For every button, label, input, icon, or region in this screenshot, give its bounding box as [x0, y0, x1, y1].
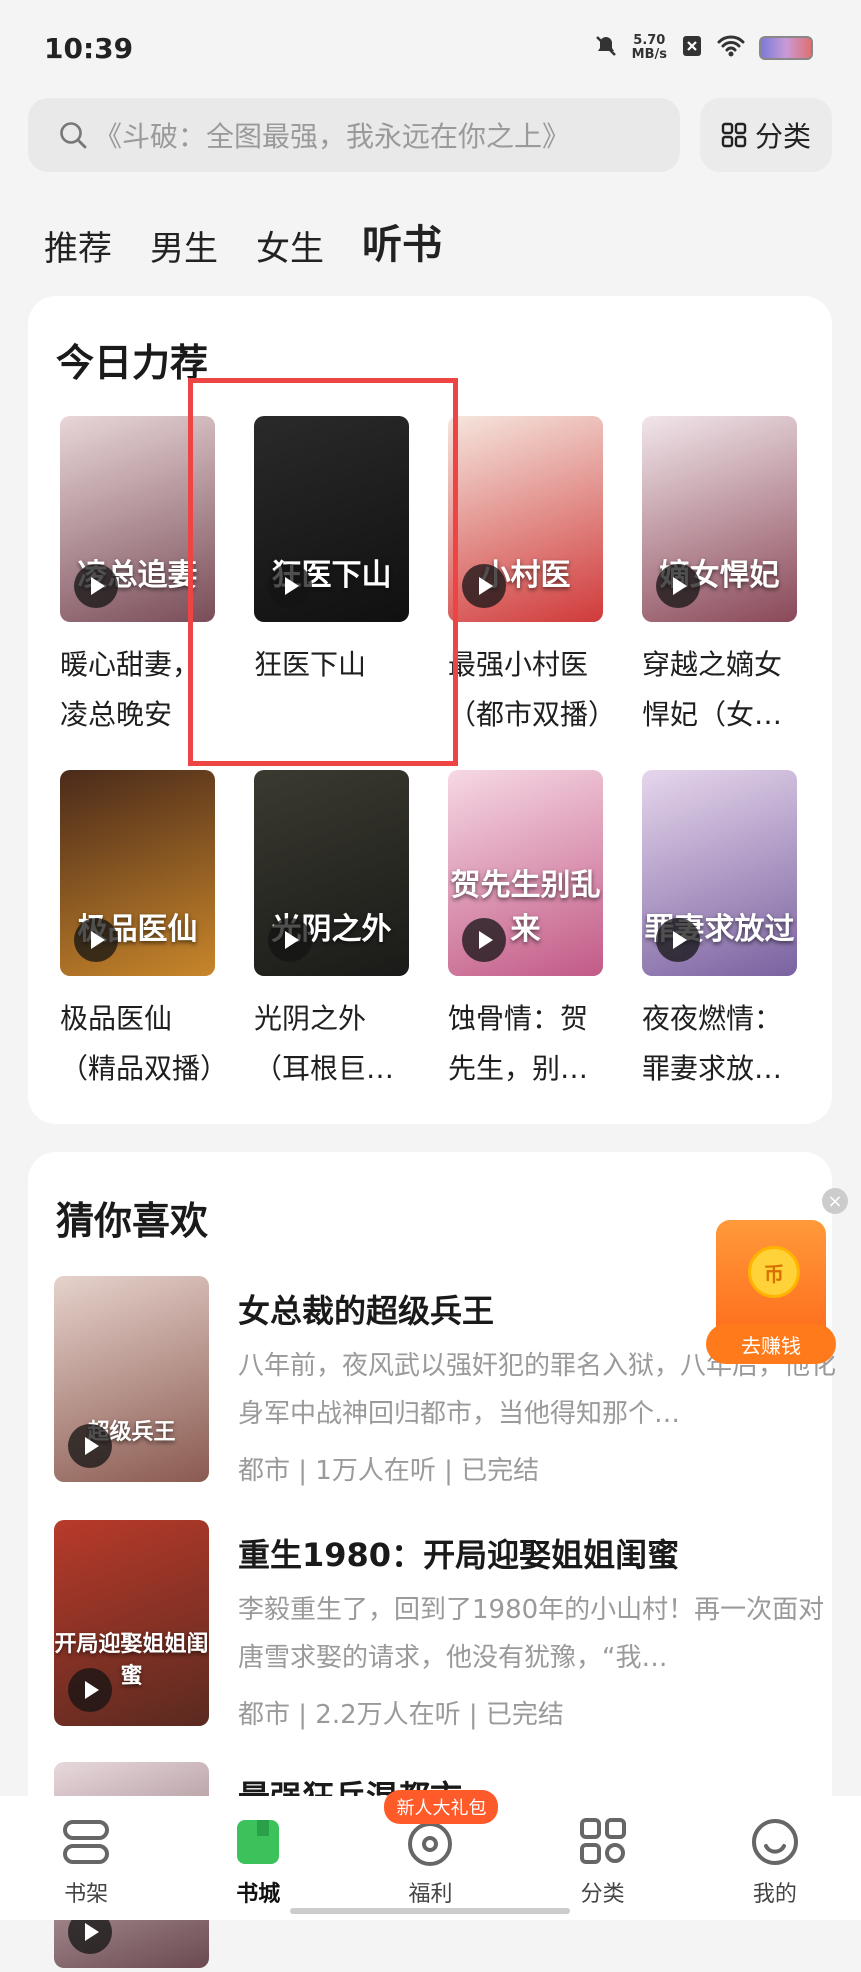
home-indicator	[290, 1908, 570, 1914]
wifi-icon	[717, 35, 745, 61]
audiobook-item[interactable]: 罪妻求放过夜夜燃情： 罪妻求放…	[642, 770, 802, 1094]
earn-widget[interactable]: 币 去赚钱 ×	[706, 1188, 848, 1370]
book-cover: 嫡女悍妃	[642, 416, 797, 622]
category-button-label: 分类	[754, 120, 811, 153]
book-cover: 极品医仙	[60, 770, 215, 976]
search-placeholder: 《斗破：全图最强，我永远在你之上》	[94, 120, 571, 153]
nav-category[interactable]: 分类	[543, 1796, 663, 1908]
play-icon[interactable]	[74, 918, 118, 962]
nav-bookstore[interactable]: 书城	[198, 1796, 318, 1908]
book-description: 李毅重生了，回到了1980年的小山村！再一次面对唐雪求娶的请求，他没有犹豫，“我…	[238, 1595, 825, 1673]
play-icon[interactable]	[656, 918, 700, 962]
book-meta: 都市 | 2.2万人在听 | 已完结	[238, 1700, 564, 1730]
grid-icon	[721, 122, 747, 148]
category-button[interactable]: 分类	[700, 98, 832, 172]
play-icon[interactable]	[462, 564, 506, 608]
bookshelf-icon	[59, 1816, 113, 1868]
book-title: 重生1980：开局迎娶姐姐闺蜜	[238, 1536, 680, 1574]
book-cover: 贺先生别乱来	[448, 770, 603, 976]
play-icon[interactable]	[656, 564, 700, 608]
category-icon	[576, 1816, 630, 1868]
play-icon[interactable]	[74, 564, 118, 608]
battery-icon	[759, 36, 813, 60]
nav-bookshelf[interactable]: 书架	[26, 1796, 146, 1908]
nav-label: 我的	[752, 1882, 797, 1907]
play-icon[interactable]	[68, 1424, 112, 1468]
highlight-box	[188, 378, 458, 766]
today-section-title: 今日力荐	[56, 341, 209, 385]
tab-female[interactable]: 女生	[256, 221, 324, 270]
book-title: 穿越之嫡女 悍妃（女…	[642, 648, 783, 731]
new-user-badge: 新人大礼包	[384, 1790, 499, 1824]
book-cover: 小村医	[448, 416, 603, 622]
recommend-list-item[interactable]: 开局迎娶姐姐闺蜜 重生1980：开局迎娶姐姐闺蜜李毅重生了，回到了1980年的小山…	[54, 1520, 824, 1730]
book-cover: 超级兵王	[54, 1276, 209, 1482]
book-title: 夜夜燃情： 罪妻求放…	[642, 1002, 783, 1085]
play-icon[interactable]	[68, 1668, 112, 1712]
tab-male[interactable]: 男生	[150, 221, 218, 270]
guess-section-title: 猜你喜欢	[56, 1199, 209, 1243]
bottom-nav: 书架 书城 新人大礼包 福利 分类 我的	[0, 1790, 861, 1920]
tab-recommend[interactable]: 推荐	[44, 221, 112, 270]
nav-label: 书城	[236, 1882, 281, 1907]
search-bar[interactable]: 《斗破：全图最强，我永远在你之上》	[28, 98, 680, 172]
book-title: 最强小村医 （都市双播）	[448, 648, 617, 731]
play-icon[interactable]	[268, 918, 312, 962]
nav-label: 福利	[408, 1882, 453, 1907]
book-cover: 罪妻求放过	[642, 770, 797, 976]
bookstore-icon	[231, 1816, 285, 1868]
recommend-list-item[interactable]: 超级兵王 女总裁的超级兵王 八年前，夜风武以强奸犯的罪名入狱，八年后，他化身军中战神…	[54, 1276, 836, 1486]
book-title: 女总裁的超级兵王	[238, 1292, 495, 1330]
book-cover: 开局迎娶姐姐闺蜜	[54, 1520, 209, 1726]
earn-label: 去赚钱	[706, 1324, 836, 1364]
status-icons: 5.70 MB/s	[594, 34, 813, 62]
sim-off-icon	[681, 34, 703, 62]
book-title: 蚀骨情：贺 先生，别…	[448, 1002, 589, 1085]
tab-audiobook[interactable]: 听书	[362, 212, 442, 270]
nav-profile[interactable]: 我的	[715, 1796, 835, 1908]
coin-icon: 币	[748, 1246, 800, 1298]
audiobook-item[interactable]: 贺先生别乱来蚀骨情：贺 先生，别…	[448, 770, 608, 1094]
nav-welfare[interactable]: 新人大礼包 福利	[370, 1790, 499, 1908]
nav-label: 分类	[580, 1882, 625, 1907]
top-tabs: 推荐 男生 女生 听书	[44, 212, 442, 270]
audiobook-item[interactable]: 嫡女悍妃穿越之嫡女 悍妃（女…	[642, 416, 802, 740]
book-title: 光阴之外 （耳根巨…	[254, 1002, 395, 1085]
book-cover: 光阴之外	[254, 770, 409, 976]
close-icon[interactable]: ×	[822, 1188, 848, 1214]
book-title: 极品医仙 （精品双播）	[60, 1002, 229, 1085]
play-icon[interactable]	[462, 918, 506, 962]
profile-icon	[748, 1816, 802, 1868]
nav-label: 书架	[64, 1882, 109, 1907]
book-meta: 都市 | 1万人在听 | 已完结	[238, 1456, 540, 1486]
search-icon	[58, 120, 88, 150]
audiobook-item[interactable]: 光阴之外光阴之外 （耳根巨…	[254, 770, 414, 1094]
audiobook-item[interactable]: 极品医仙极品医仙 （精品双播）	[60, 770, 228, 1094]
bell-mute-icon	[594, 34, 618, 62]
status-time: 10:39	[44, 32, 134, 65]
network-speed: 5.70 MB/s	[631, 33, 667, 62]
audiobook-item[interactable]: 小村医最强小村医 （都市双播）	[448, 416, 616, 740]
